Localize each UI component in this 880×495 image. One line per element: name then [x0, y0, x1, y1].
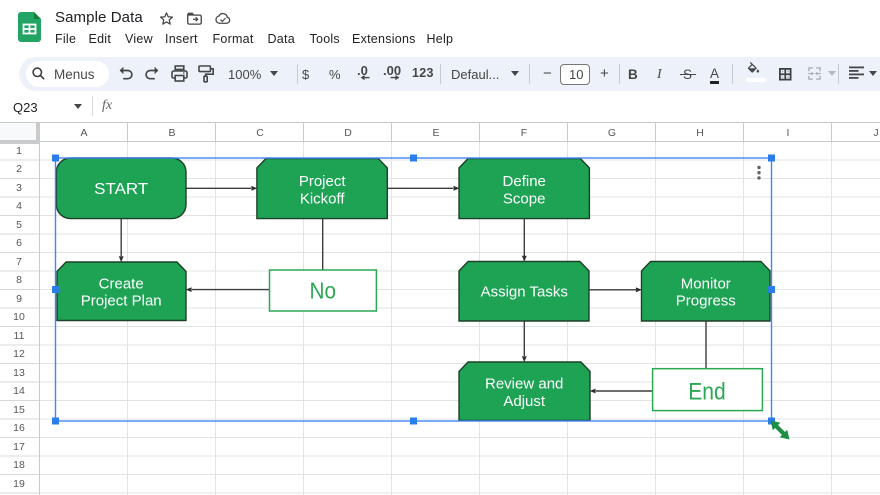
svg-text:Define: Define — [503, 173, 546, 190]
svg-text:Kickoff: Kickoff — [300, 190, 346, 207]
svg-text:Scope: Scope — [503, 190, 546, 207]
svg-text:Review and: Review and — [485, 376, 563, 393]
svg-text:Project: Project — [299, 173, 347, 190]
svg-text:Monitor: Monitor — [681, 275, 731, 292]
svg-text:START: START — [94, 181, 148, 198]
svg-text:No: No — [310, 278, 337, 304]
svg-text:Project Plan: Project Plan — [81, 293, 162, 310]
svg-text:Create: Create — [99, 275, 144, 292]
svg-text:End: End — [688, 379, 726, 406]
svg-text:Adjust: Adjust — [503, 393, 546, 410]
svg-text:Assign Tasks: Assign Tasks — [481, 284, 568, 301]
svg-text:Progress: Progress — [676, 293, 736, 310]
